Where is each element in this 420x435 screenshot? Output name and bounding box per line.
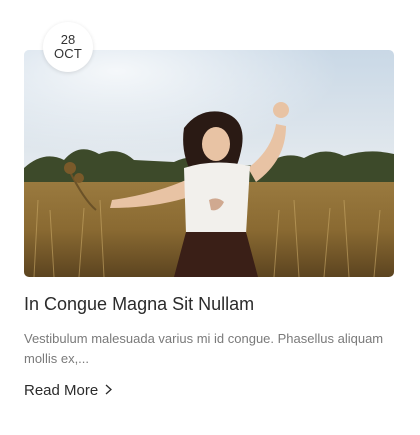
post-excerpt: Vestibulum malesuada varius mi id congue…: [24, 331, 384, 366]
post-thumbnail[interactable]: [24, 50, 394, 277]
blog-post-card: 28 OCT In Congue Magna Sit Nullam Vestib…: [0, 0, 420, 435]
post-thumbnail-photo: [24, 50, 394, 277]
chevron-right-icon: [105, 382, 113, 399]
date-month: OCT: [53, 46, 83, 61]
date-badge: 28 OCT: [43, 22, 93, 72]
date-day: 28: [60, 32, 76, 47]
read-more-label: Read More: [24, 382, 99, 399]
post-title[interactable]: In Congue Magna Sit Nullam: [24, 294, 254, 315]
read-more-link[interactable]: Read More: [24, 382, 113, 399]
